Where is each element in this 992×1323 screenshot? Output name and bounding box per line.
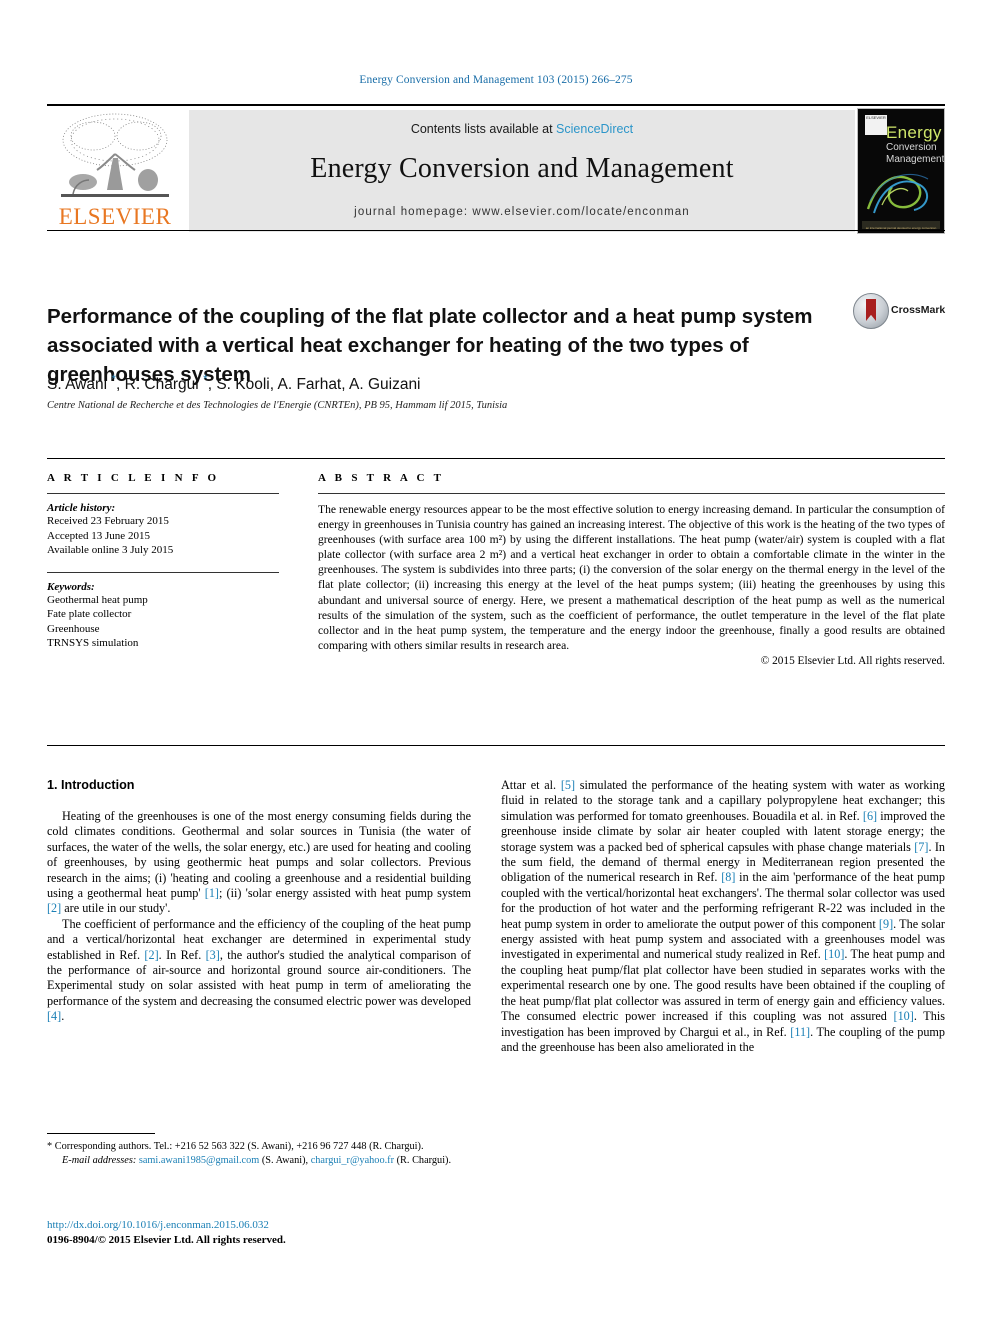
authors-text: S. Awani *, R. Chargui *, S. Kooli, A. F…: [47, 372, 421, 394]
crossmark-bookmark-icon: [866, 299, 876, 321]
footnote-divider: [47, 1133, 155, 1134]
footer-block: http://dx.doi.org/10.1016/j.enconman.201…: [47, 1218, 471, 1247]
abstract-heading: A B S T R A C T: [318, 472, 445, 484]
keyword-item: Greenhouse: [47, 622, 100, 635]
citation-link[interactable]: [10]: [824, 947, 844, 961]
citation-link[interactable]: [6]: [863, 809, 877, 823]
email-link-awani[interactable]: sami.awani1985@gmail.com: [139, 1155, 259, 1166]
citation-link[interactable]: [4]: [47, 1009, 61, 1023]
intro-p1-text-c: are utile in our study'.: [61, 901, 171, 916]
intro-p3-text-a: Attar et al.: [501, 778, 561, 792]
intro-paragraph-3: Attar et al. [5] simulated the performan…: [501, 778, 945, 1055]
intro-p2-text-b: . In Ref.: [158, 947, 206, 962]
citation-link[interactable]: [2]: [144, 948, 158, 962]
section-heading-introduction: 1. Introduction: [47, 778, 135, 792]
elsevier-wordmark: ELSEVIER: [58, 204, 172, 229]
journal-band: Contents lists available at ScienceDirec…: [189, 110, 855, 232]
citation-link[interactable]: [3]: [206, 948, 220, 962]
paper-page: Energy Conversion and Management 103 (20…: [0, 0, 992, 1323]
intro-p2-text-d: .: [61, 1009, 65, 1024]
citation-link[interactable]: [1]: [205, 886, 219, 900]
author-list: S. Awani *, R. Chargui *, S. Kooli, A. F…: [47, 372, 837, 394]
cover-title-energy: Energy: [886, 123, 942, 142]
crossmark-circle-icon: [853, 293, 889, 329]
keywords-label: Keywords:: [47, 580, 95, 593]
citation-link[interactable]: [7]: [914, 840, 928, 854]
info-divider-top: [47, 458, 945, 459]
abstract-text: The renewable energy resources appear to…: [318, 503, 945, 652]
issn-copyright-line: 0196-8904/© 2015 Elsevier Ltd. All right…: [47, 1233, 286, 1246]
history-available-online: Available online 3 July 2015: [47, 544, 174, 556]
article-info-rule: [47, 493, 279, 494]
abstract-copyright: © 2015 Elsevier Ltd. All rights reserved…: [760, 654, 945, 667]
intro-paragraph-2: The coefficient of performance and the e…: [47, 917, 471, 1025]
cover-title-management: Management: [886, 154, 945, 165]
citation-link[interactable]: [11]: [790, 1025, 810, 1039]
article-info-heading: A R T I C L E I N F O: [47, 472, 220, 484]
keywords-rule: [47, 571, 279, 573]
history-received: Received 23 February 2015: [47, 515, 169, 527]
email-addresses-label: E-mail addresses:: [62, 1154, 137, 1166]
email-owner-chargui: (R. Chargui).: [394, 1154, 452, 1166]
journal-masthead: ELSEVIER Contents lists available at Sci…: [47, 104, 945, 234]
abstract-column: A B S T R A C T The renewable energy res…: [318, 472, 945, 667]
history-accepted: Accepted 13 June 2015: [47, 529, 150, 542]
doi-link[interactable]: http://dx.doi.org/10.1016/j.enconman.201…: [47, 1218, 471, 1233]
journal-homepage-link[interactable]: journal homepage: www.elsevier.com/locat…: [189, 206, 855, 218]
citation-link[interactable]: [8]: [721, 870, 735, 884]
citation-link[interactable]: [5]: [561, 778, 575, 792]
article-history-label: Article history:: [47, 502, 116, 514]
cover-publisher-logo: ELSEVIER: [865, 115, 887, 135]
keywords-block: Keywords: Geothermal heat pump Fate plat…: [47, 581, 279, 651]
citation-link[interactable]: [9]: [879, 917, 893, 931]
body-column-left: 1. Introduction Heating of the greenhous…: [47, 778, 471, 1025]
citation-link[interactable]: [10]: [894, 1009, 914, 1023]
contents-prefix: Contents lists available at: [410, 122, 557, 136]
affiliation: Centre National de Recherche et des Tech…: [47, 400, 508, 411]
journal-title: Energy Conversion and Management: [310, 153, 734, 184]
article-info-column: A R T I C L E I N F O Article history: R…: [47, 472, 279, 651]
body-column-right: Attar et al. [5] simulated the performan…: [501, 778, 945, 1055]
elsevier-logo: ELSEVIER: [47, 110, 183, 232]
footnote-block: * Corresponding authors. Tel.: +216 52 5…: [47, 1140, 471, 1167]
keyword-item: Fate plate collector: [47, 608, 132, 620]
email-owner-awani: (S. Awani),: [259, 1154, 311, 1166]
sciencedirect-link[interactable]: ScienceDirect: [556, 122, 633, 136]
citation-link[interactable]: [2]: [47, 901, 61, 915]
elsevier-tree-icon: [53, 110, 177, 206]
abstract-rule: [318, 493, 945, 494]
title-divider: [47, 230, 945, 231]
keyword-item: TRNSYS simulation: [47, 637, 139, 649]
journal-cover-thumbnail: ELSEVIER Energy Conversion Management an…: [857, 108, 945, 234]
intro-p1-text-b: ; (ii) 'solar energy assisted with heat …: [219, 886, 471, 901]
corresponding-author-note: * Corresponding authors. Tel.: +216 52 5…: [47, 1141, 424, 1152]
keyword-item: Geothermal heat pump: [47, 593, 148, 606]
cover-logo-text: ELSEVIER: [866, 115, 886, 120]
crossmark-badge[interactable]: CrossMark: [853, 293, 945, 337]
intro-paragraph-1: Heating of the greenhouses is one of the…: [47, 809, 471, 917]
crossmark-label: CrossMark: [891, 304, 946, 316]
contents-available-line: Contents lists available at ScienceDirec…: [189, 122, 855, 136]
email-note: E-mail addresses: sami.awani1985@gmail.c…: [47, 1154, 471, 1168]
info-divider-bottom: [47, 745, 945, 746]
email-link-chargui[interactable]: chargui_r@yahoo.fr: [311, 1155, 394, 1166]
cover-title-conversion: Conversion: [886, 142, 937, 153]
running-head: Energy Conversion and Management 103 (20…: [359, 74, 633, 86]
